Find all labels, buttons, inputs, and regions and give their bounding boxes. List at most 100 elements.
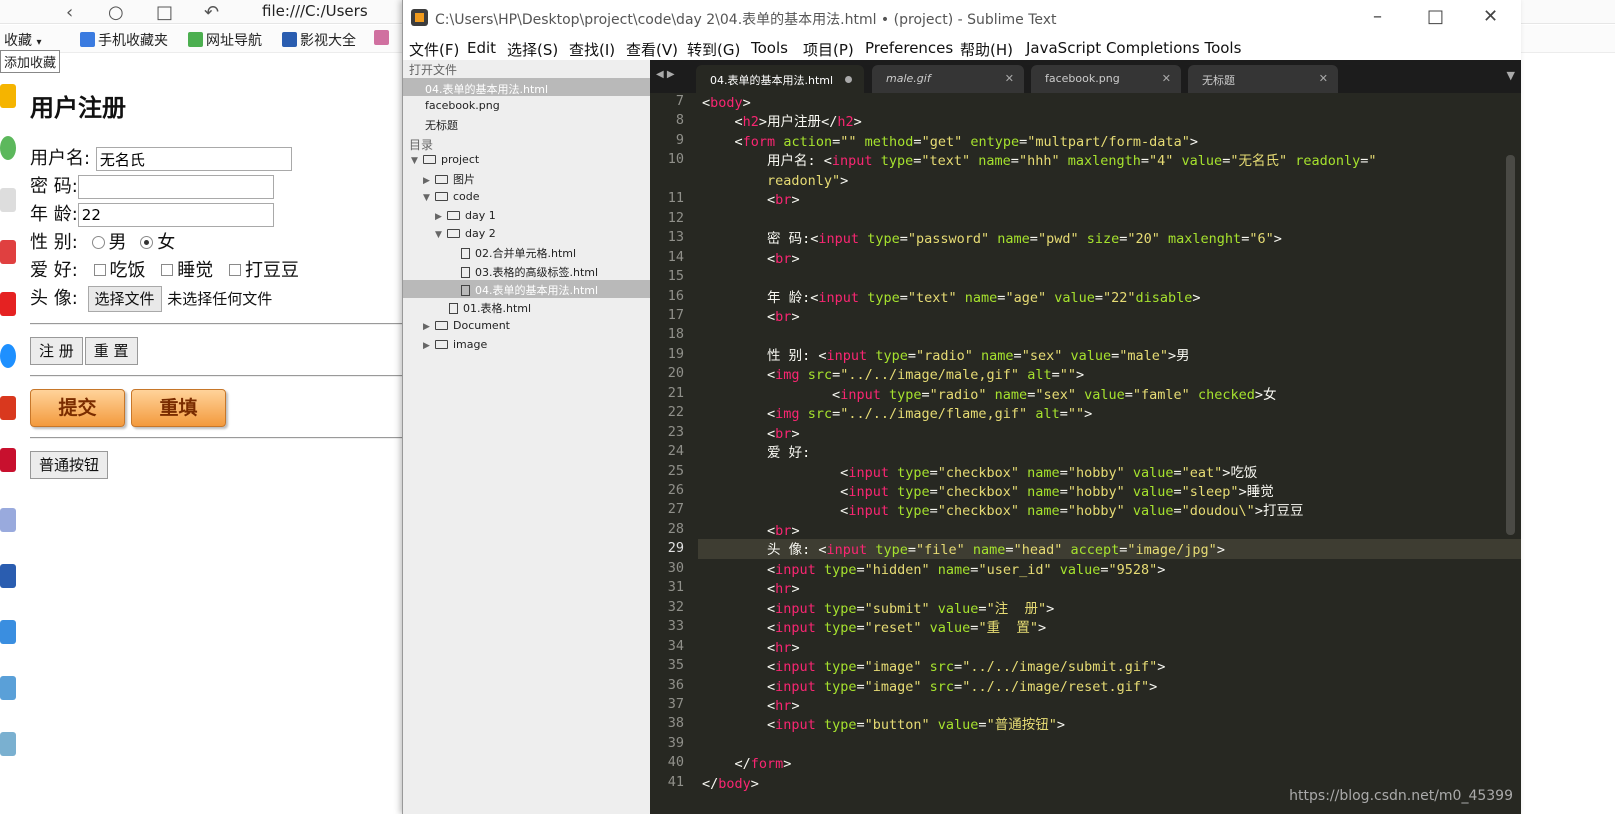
tree-folder-day1[interactable]: ▶ day 1	[435, 209, 496, 222]
code-line[interactable]: 年 龄:<input type="text" name="age" value=…	[702, 288, 1201, 308]
tab-untitled[interactable]: 无标题 ✕	[1188, 65, 1338, 93]
close-icon[interactable]: ✕	[1483, 6, 1498, 27]
menu-js-completions[interactable]: JavaScript Completions Tools	[1026, 39, 1241, 57]
close-tab-icon[interactable]: ✕	[1162, 72, 1171, 85]
tree-folder-images[interactable]: ▶ 图片	[423, 171, 475, 187]
code-line[interactable]: <input type="radio" name="sex" value="fa…	[702, 385, 1276, 405]
bookmark-more[interactable]	[374, 30, 392, 47]
tab-facebook-png[interactable]: facebook.png ✕	[1031, 65, 1181, 93]
calculator-icon[interactable]	[0, 676, 16, 700]
code-line[interactable]: <body>	[702, 93, 751, 113]
tree-file[interactable]: 01.表格.html	[449, 300, 531, 316]
hobby-eat-checkbox[interactable]	[93, 264, 106, 276]
tree-folder-project[interactable]: ▼ project	[411, 153, 479, 166]
tab-dropdown-icon[interactable]: ▼	[1507, 69, 1515, 82]
tools-icon[interactable]	[0, 732, 16, 756]
address-bar[interactable]: file:///C:/Users	[262, 2, 368, 20]
chat-icon[interactable]	[0, 136, 16, 160]
choose-file-button[interactable]: 选择文件	[87, 286, 162, 312]
code-line[interactable]: 爱 好:	[702, 443, 810, 463]
code-line[interactable]: <hr>	[702, 579, 800, 599]
hobby-doudou-checkbox[interactable]	[229, 264, 241, 276]
monitor-icon[interactable]	[0, 620, 16, 644]
menu-preferences[interactable]: Preferences	[865, 39, 953, 57]
menu-view[interactable]: 查看(V)	[626, 39, 678, 60]
bookmark-mobile-favorites[interactable]: 手机收藏夹	[80, 30, 168, 50]
tree-folder-image[interactable]: ▶ image	[423, 338, 487, 351]
menu-project[interactable]: 项目(P)	[803, 39, 854, 60]
tab-active-file[interactable]: 04.表单的基本用法.html	[696, 65, 864, 93]
code-line[interactable]: 性 别: <input type="radio" name="sex" valu…	[702, 346, 1190, 366]
sex-female-radio[interactable]	[140, 236, 154, 249]
bookmark-favorites[interactable]: 收藏 ▾	[4, 30, 41, 50]
refresh-icon[interactable]: ○	[108, 2, 124, 23]
video-icon[interactable]	[0, 564, 16, 588]
normal-button[interactable]: 普通按钮	[30, 451, 109, 479]
tab-male-gif[interactable]: male.gif ✕	[872, 65, 1024, 93]
tree-file[interactable]: 03.表格的高级标签.html	[461, 264, 598, 280]
tab-scroll-icon[interactable]: ◀ ▶	[656, 69, 675, 80]
open-file-item[interactable]: facebook.png	[425, 99, 500, 112]
code-line[interactable]: <br>	[702, 190, 800, 210]
username-input[interactable]	[95, 147, 292, 171]
submit-button[interactable]: 注 册	[30, 337, 83, 365]
menu-help[interactable]: 帮助(H)	[960, 39, 1013, 60]
code-line[interactable]: <input type="image" src="../../image/res…	[702, 677, 1157, 697]
code-line[interactable]: <hr>	[702, 638, 800, 658]
shop-icon[interactable]	[0, 448, 16, 472]
document-icon[interactable]	[0, 188, 16, 212]
back-icon[interactable]: ‹	[66, 2, 73, 23]
tree-file[interactable]: 02.合并单元格.html	[461, 245, 576, 261]
code-line[interactable]: <br>	[702, 521, 800, 541]
code-line[interactable]: <br>	[702, 249, 800, 269]
open-file-item[interactable]: 无标题	[425, 117, 458, 133]
code-line[interactable]: 头 像: <input type="file" name="head" acce…	[702, 540, 1225, 560]
code-line[interactable]: readonly">	[702, 171, 848, 191]
hobby-sleep-checkbox[interactable]	[161, 264, 174, 276]
password-input[interactable]	[77, 175, 274, 199]
code-line[interactable]: <br>	[702, 424, 800, 444]
close-tab-icon[interactable]: ✕	[1005, 72, 1014, 85]
image-reset-button[interactable]: 重填	[131, 389, 226, 427]
bookmark-video[interactable]: 影视大全	[282, 30, 356, 50]
code-line[interactable]: </form>	[702, 754, 792, 774]
tree-file-active[interactable]: 04.表单的基本用法.html	[461, 282, 598, 298]
message-icon[interactable]	[0, 344, 16, 368]
calendar-icon[interactable]	[0, 240, 16, 264]
image-submit-button[interactable]: 提交	[30, 389, 125, 427]
code-line[interactable]: <img src="../../image/flame,gif" alt="">	[702, 404, 1092, 424]
sex-male-radio[interactable]	[91, 236, 105, 249]
menu-edit[interactable]: Edit	[467, 39, 496, 57]
menu-selection[interactable]: 选择(S)	[507, 39, 558, 60]
tree-folder-code[interactable]: ▼ code	[423, 190, 480, 203]
code-line[interactable]: <input type="submit" value="注 册">	[702, 599, 1054, 619]
menu-tools[interactable]: Tools	[751, 39, 788, 57]
code-line[interactable]: <hr>	[702, 696, 800, 716]
star-icon[interactable]	[0, 84, 16, 108]
code-line[interactable]: <h2>用户注册</h2>	[702, 112, 862, 132]
code-line[interactable]: <input type="checkbox" name="hobby" valu…	[702, 463, 1257, 483]
news-icon[interactable]	[0, 292, 16, 316]
code-line[interactable]: <img src="../../image/male,gif" alt="">	[702, 365, 1084, 385]
menu-find[interactable]: 查找(I)	[569, 39, 615, 60]
menu-goto[interactable]: 转到(G)	[687, 39, 740, 60]
maximize-icon[interactable]: □	[1427, 6, 1444, 27]
bookmark-nav[interactable]: 网址导航	[188, 30, 262, 50]
app-icon[interactable]	[0, 396, 16, 420]
code-line[interactable]: <form action="" method="get" entype="mul…	[702, 132, 1198, 152]
undo-icon[interactable]: ↶	[204, 2, 219, 23]
tree-folder-day2[interactable]: ▼ day 2	[435, 227, 496, 240]
code-line[interactable]: 用户名: <input type="text" name="hhh" maxle…	[702, 151, 1377, 171]
code-line[interactable]: <input type="checkbox" name="hobby" valu…	[702, 501, 1303, 521]
menu-file[interactable]: 文件(F)	[409, 39, 459, 60]
code-area[interactable]: <body> <h2>用户注册</h2> <form action="" met…	[702, 93, 1502, 814]
code-line[interactable]: <input type="image" src="../../image/sub…	[702, 657, 1165, 677]
code-line[interactable]: 密 码:<input type="password" name="pwd" si…	[702, 229, 1282, 249]
code-line[interactable]: <input type="checkbox" name="hobby" valu…	[702, 482, 1274, 502]
age-input[interactable]	[77, 203, 274, 227]
open-file-item[interactable]: 04.表单的基本用法.html	[425, 81, 548, 97]
reset-button[interactable]: 重 置	[84, 337, 138, 365]
code-line[interactable]: <br>	[702, 307, 800, 327]
code-line[interactable]: <input type="reset" value="重 置">	[702, 618, 1046, 638]
code-line[interactable]: </body>	[702, 774, 759, 794]
